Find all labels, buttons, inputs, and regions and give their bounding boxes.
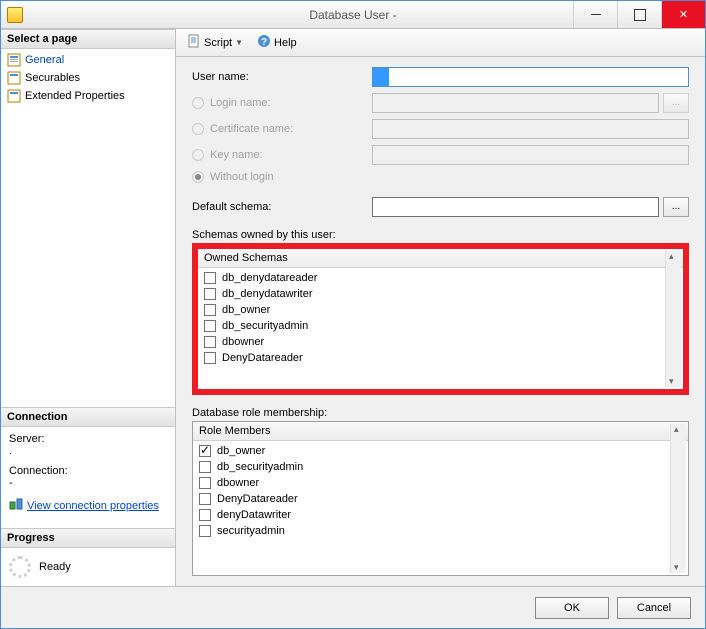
certificate-name-radio <box>192 123 204 135</box>
window-title: Database User - <box>309 8 396 22</box>
schema-checkbox[interactable] <box>204 352 216 364</box>
certificate-name-label: Certificate name: <box>192 123 372 135</box>
progress-heading: Progress <box>1 528 175 548</box>
role-checkbox[interactable] <box>199 493 211 505</box>
list-item: db_securityadmin <box>198 318 683 334</box>
server-label: Server: <box>9 433 167 445</box>
progress-box: Ready <box>1 548 175 586</box>
list-item: db_owner <box>198 302 683 318</box>
titlebar: Database User - <box>1 1 705 29</box>
schema-checkbox[interactable] <box>204 272 216 284</box>
without-login-label: Without login <box>192 171 372 183</box>
schema-checkbox[interactable] <box>204 320 216 332</box>
list-item: securityadmin <box>193 523 688 539</box>
certificate-name-input <box>372 119 689 139</box>
role-members-header: Role Members <box>193 422 688 441</box>
user-name-label: User name: <box>192 71 372 83</box>
user-name-input[interactable] <box>372 67 689 87</box>
role-checkbox[interactable] <box>199 461 211 473</box>
owned-schemas-highlight: Owned Schemas db_denydatareader db_denyd… <box>192 243 689 395</box>
role-members-list[interactable]: db_owner db_securityadmin dbowner DenyDa… <box>193 441 688 541</box>
select-page-heading: Select a page <box>1 29 175 49</box>
login-name-radio <box>192 97 204 109</box>
list-item: DenyDatareader <box>193 491 688 507</box>
without-login-radio <box>192 171 204 183</box>
connection-label: Connection: <box>9 465 167 477</box>
help-button[interactable]: ? Help <box>252 31 302 54</box>
app-icon <box>7 7 23 23</box>
key-name-radio <box>192 149 204 161</box>
svg-text:?: ? <box>261 37 267 48</box>
script-label: Script <box>204 37 232 49</box>
scrollbar[interactable] <box>670 424 686 573</box>
ok-button[interactable]: OK <box>535 597 609 619</box>
nav-extended-properties[interactable]: Extended Properties <box>1 87 175 105</box>
key-name-input <box>372 145 689 165</box>
dialog-window: Database User - Select a page General <box>0 0 706 629</box>
progress-spinner-icon <box>9 556 31 578</box>
connection-box: Server: . Connection: - View connection … <box>1 427 175 528</box>
list-item: db_securityadmin <box>193 459 688 475</box>
nav-label: Extended Properties <box>25 90 125 102</box>
nav-label: General <box>25 54 64 66</box>
connection-value: - <box>9 477 167 489</box>
scrollbar[interactable] <box>665 251 681 387</box>
list-item: dbowner <box>198 334 683 350</box>
close-button[interactable] <box>661 1 705 28</box>
toolbar: Script ▼ ? Help <box>176 29 705 57</box>
owned-schemas-header: Owned Schemas <box>198 249 683 268</box>
list-item: db_denydatareader <box>198 270 683 286</box>
nav-label: Securables <box>25 72 80 84</box>
script-button[interactable]: Script ▼ <box>182 31 248 54</box>
sidebar: Select a page General Securables <box>1 29 176 586</box>
server-value: . <box>9 445 167 457</box>
login-name-label: Login name: <box>192 97 372 109</box>
window-buttons <box>573 1 705 28</box>
role-membership-box: Role Members db_owner db_securityadmin d… <box>192 421 689 576</box>
help-icon: ? <box>257 34 271 51</box>
maximize-button[interactable] <box>617 1 661 28</box>
login-name-input <box>372 93 659 113</box>
list-item: denyDatawriter <box>193 507 688 523</box>
role-membership-group-label: Database role membership: <box>192 407 689 419</box>
owned-schemas-group-label: Schemas owned by this user: <box>192 229 689 241</box>
role-checkbox[interactable] <box>199 525 211 537</box>
list-item: DenyDatareader <box>198 350 683 366</box>
key-name-label: Key name: <box>192 149 372 161</box>
cancel-button[interactable]: Cancel <box>617 597 691 619</box>
list-item: db_owner <box>193 443 688 459</box>
chevron-down-icon: ▼ <box>235 38 243 47</box>
login-name-browse-button: ... <box>663 93 689 113</box>
minimize-button[interactable] <box>573 1 617 28</box>
default-schema-input[interactable] <box>372 197 659 217</box>
nav-general[interactable]: General <box>1 51 175 69</box>
script-icon <box>187 34 201 51</box>
list-item: dbowner <box>193 475 688 491</box>
page-icon <box>7 53 21 67</box>
nav-securables[interactable]: Securables <box>1 69 175 87</box>
main-panel: Script ▼ ? Help User name: <box>176 29 705 586</box>
help-label: Help <box>274 37 297 49</box>
user-name-value <box>373 68 389 86</box>
dialog-footer: OK Cancel <box>1 586 705 628</box>
owned-schemas-list[interactable]: db_denydatareader db_denydatawriter db_o… <box>198 268 683 368</box>
page-icon <box>7 89 21 103</box>
role-checkbox[interactable] <box>199 445 211 457</box>
progress-status: Ready <box>39 561 71 573</box>
dialog-body: Select a page General Securables <box>1 29 705 586</box>
page-icon <box>7 71 21 85</box>
page-nav-list: General Securables Extended Properties <box>1 49 175 107</box>
schema-checkbox[interactable] <box>204 304 216 316</box>
role-checkbox[interactable] <box>199 509 211 521</box>
schema-checkbox[interactable] <box>204 336 216 348</box>
schema-checkbox[interactable] <box>204 288 216 300</box>
role-checkbox[interactable] <box>199 477 211 489</box>
list-item: db_denydatawriter <box>198 286 683 302</box>
default-schema-browse-button[interactable]: ... <box>663 197 689 217</box>
view-connection-properties-link[interactable]: View connection properties <box>27 500 159 512</box>
connection-heading: Connection <box>1 407 175 427</box>
content-area: User name: Login name: ... <box>176 57 705 586</box>
connection-props-icon <box>9 497 23 514</box>
default-schema-label: Default schema: <box>192 201 372 213</box>
